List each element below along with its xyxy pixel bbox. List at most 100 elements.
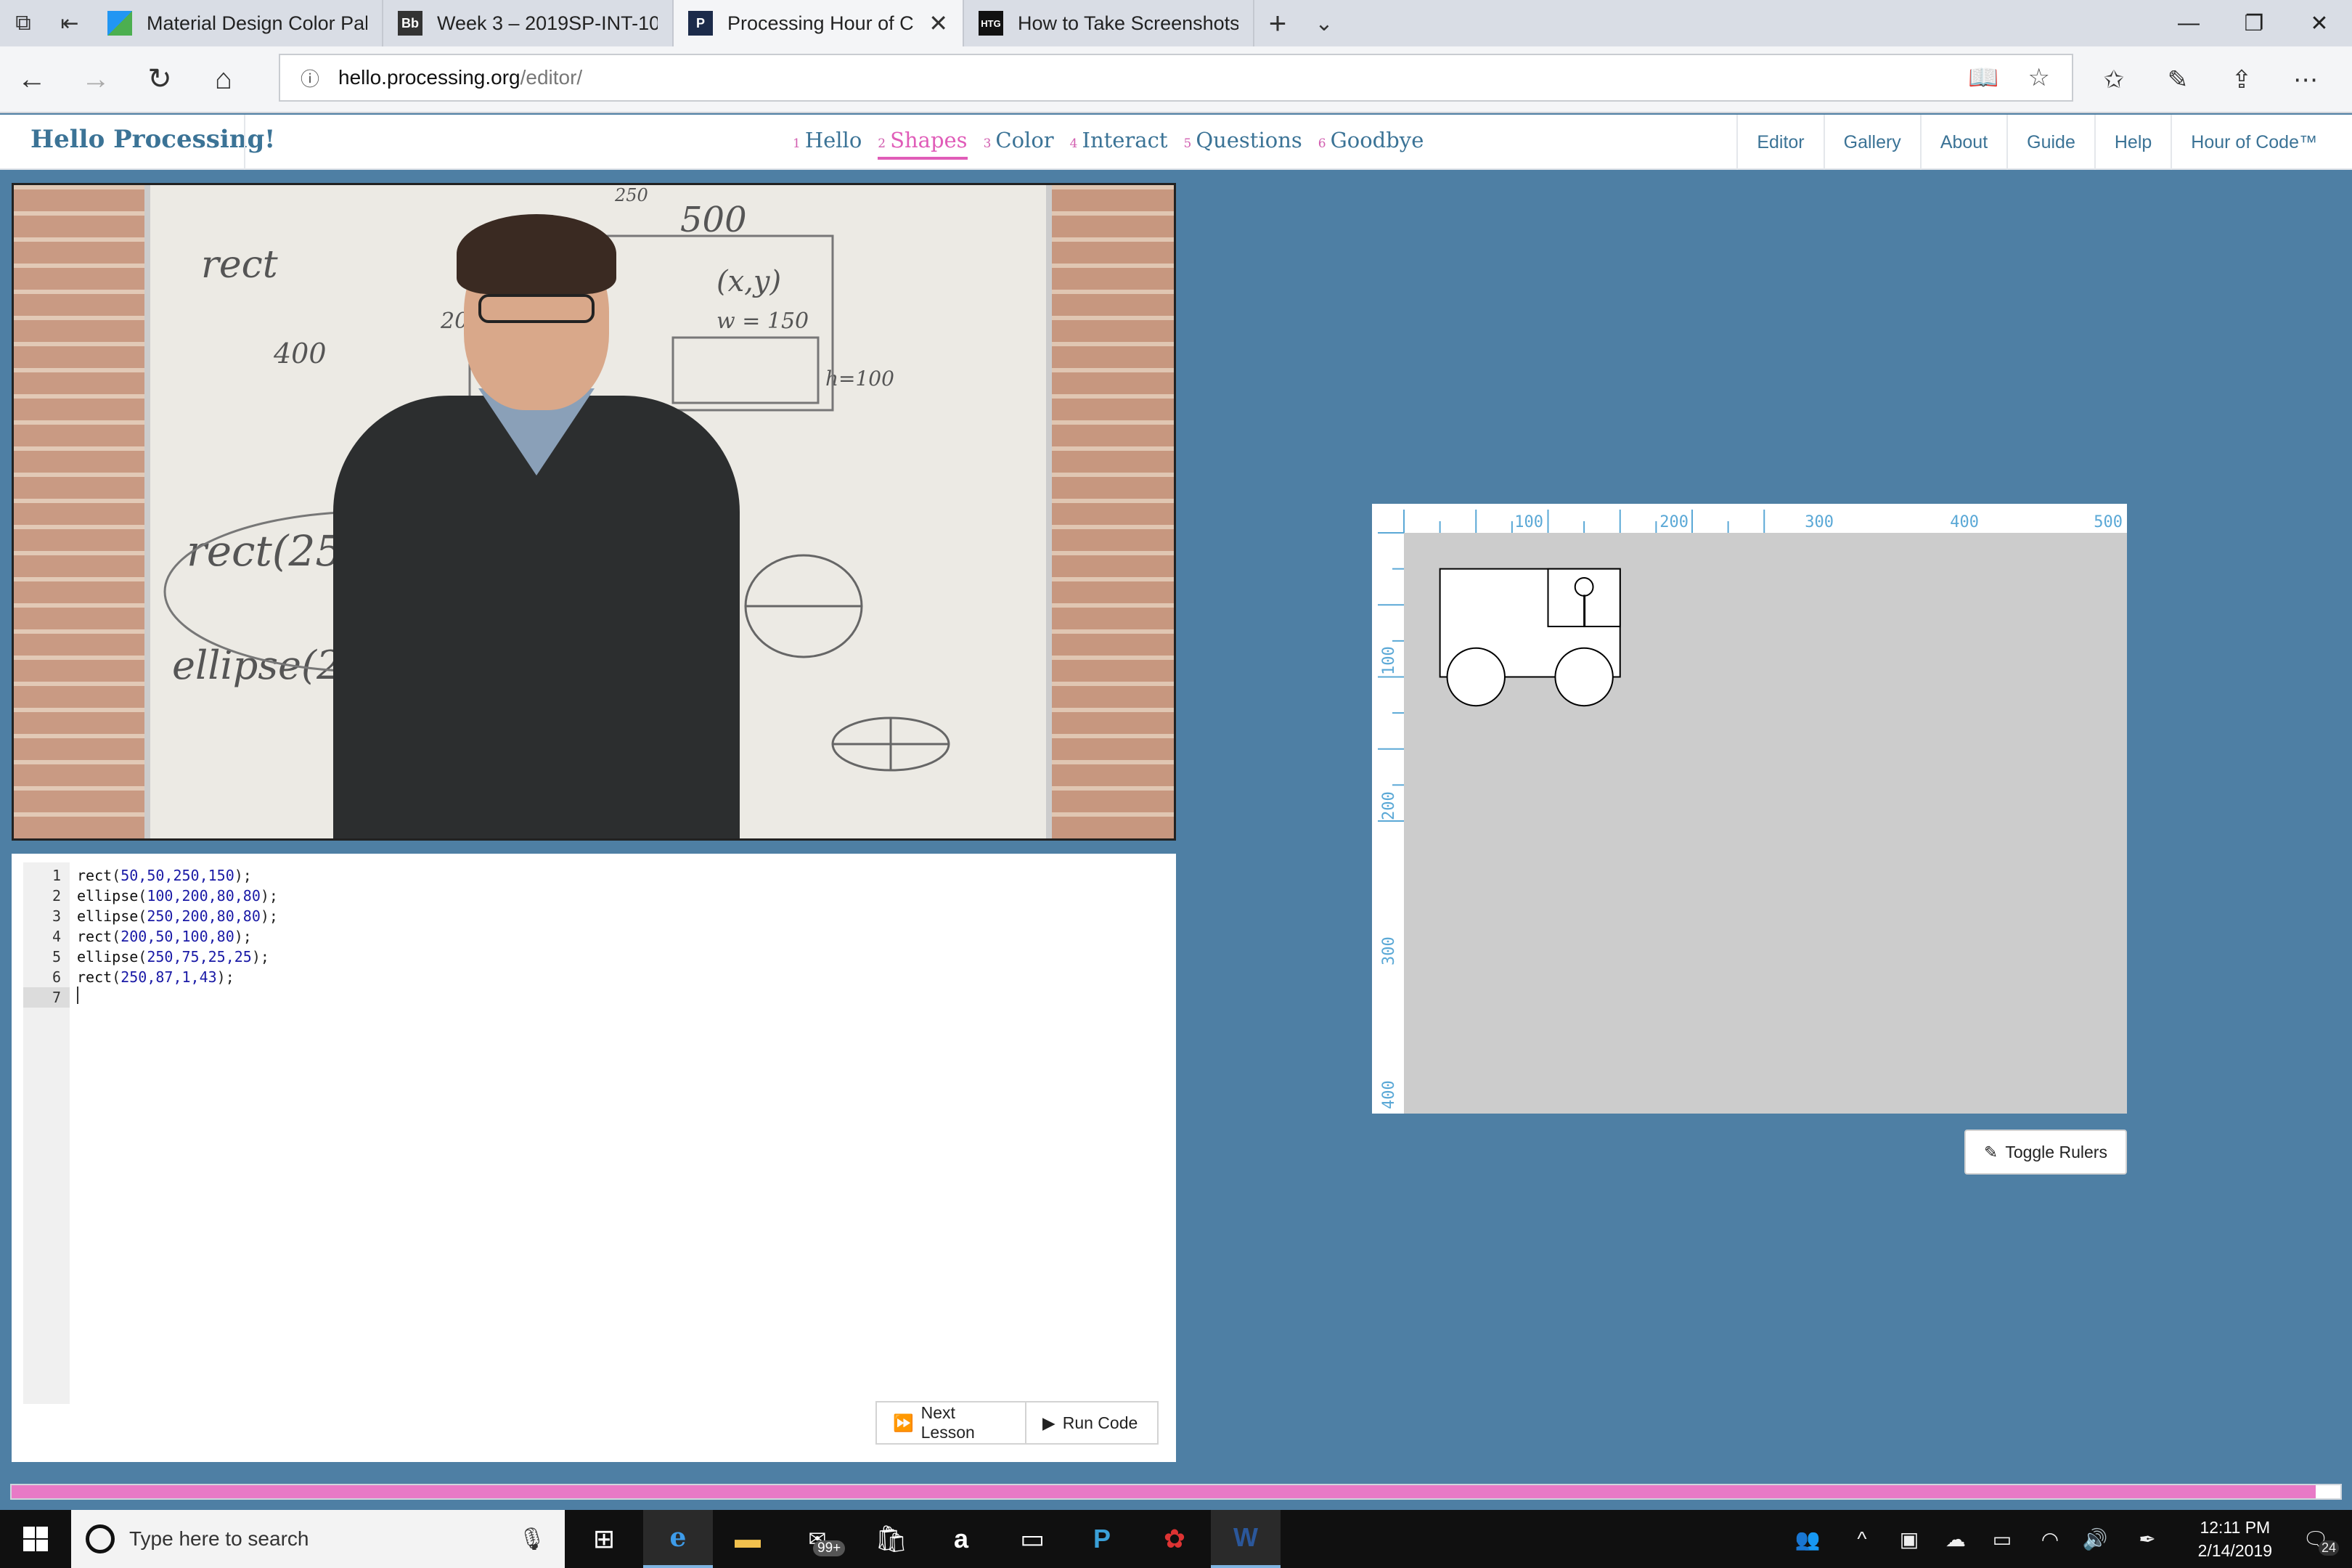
lesson-link-questions[interactable]: 5 Questions	[1183, 128, 1302, 160]
tab-title: How to Take Screenshots in	[1018, 12, 1238, 34]
new-tab-icon[interactable]: +	[1254, 0, 1301, 46]
clock-time: 12:11 PM	[2200, 1518, 2271, 1537]
lesson-link-interact[interactable]: 4 Interact	[1070, 128, 1168, 160]
tray-overflow-icon[interactable]: ^	[1844, 1510, 1880, 1568]
ruler-y-label: 400	[1380, 1080, 1398, 1109]
pen-workspace-icon[interactable]: ✒	[2126, 1510, 2169, 1568]
brick-wall	[14, 185, 152, 838]
nav-link-editor[interactable]: Editor	[1736, 115, 1823, 170]
ruler-y-label: 200	[1380, 791, 1398, 820]
unread-badge: 99+	[813, 1540, 846, 1556]
game-icon[interactable]: ✿	[1140, 1510, 1209, 1568]
run-code-button[interactable]: ▶ Run Code	[1025, 1401, 1159, 1445]
mail-app-icon[interactable]: ✉ 99+	[783, 1510, 852, 1568]
lesson-link-goodbye[interactable]: 6 Goodbye	[1318, 128, 1424, 160]
battery-icon[interactable]: ▭	[1980, 1510, 2024, 1568]
onedrive-icon[interactable]: ☁	[1934, 1510, 1977, 1568]
refresh-icon[interactable]: ↻	[128, 62, 192, 96]
tab-actions-icon[interactable]: ⧉	[0, 0, 46, 46]
blackboard-icon: Bb	[398, 11, 422, 36]
nav-link-about[interactable]: About	[1919, 115, 2006, 170]
system-clock[interactable]: 12:11 PM 2/14/2019	[2198, 1516, 2272, 1562]
tab-title: Week 3 – 2019SP-INT-1010	[437, 12, 658, 34]
more-menu-icon[interactable]: ⋯	[2274, 65, 2337, 94]
notification-count: 24	[2319, 1540, 2340, 1556]
text-cursor	[77, 987, 78, 1004]
forward-icon[interactable]: →	[64, 63, 128, 96]
code-line[interactable]: rect(250,87,1,43);	[77, 967, 234, 987]
home-icon[interactable]: ⌂	[192, 63, 256, 96]
browser-tab[interactable]: HTG How to Take Screenshots in	[964, 0, 1254, 46]
lesson-video[interactable]: rect 500 400 200 (x,y) w = 150 h=100 rec…	[12, 183, 1176, 841]
lesson-link-shapes[interactable]: 2 Shapes	[878, 128, 968, 160]
clock-date: 2/14/2019	[2197, 1541, 2272, 1560]
display-icon[interactable]: ▣	[1887, 1510, 1931, 1568]
windows-taskbar: Type here to search 🎙 ⊞ e ▬ ✉ 99+ 🛍 a ▭ …	[0, 1510, 2352, 1568]
amazon-icon[interactable]: a	[926, 1510, 996, 1568]
browser-tab[interactable]: Bb Week 3 – 2019SP-INT-1010	[383, 0, 674, 46]
taskbar-search[interactable]: Type here to search 🎙	[71, 1510, 565, 1568]
browser-tab[interactable]: Material Design Color Palett	[93, 0, 383, 46]
site-info-icon[interactable]: ⓘ	[301, 65, 319, 91]
lesson-progress-bar	[10, 1484, 2342, 1500]
code-line[interactable]: ellipse(100,200,80,80);	[77, 886, 278, 906]
nav-link-help[interactable]: Help	[2094, 115, 2171, 170]
line-number: 3	[52, 907, 61, 925]
nav-link-guide[interactable]: Guide	[2006, 115, 2094, 170]
browser-tab-active[interactable]: P Processing Hour of Cod ✕	[674, 0, 964, 46]
sketch-rect	[1583, 595, 1586, 628]
notes-pen-icon[interactable]: ✎	[2146, 65, 2210, 94]
pencil-icon: ✎	[1984, 1142, 1998, 1161]
people-icon[interactable]: 👥	[1786, 1510, 1829, 1568]
share-icon[interactable]: ⇪	[2210, 65, 2274, 94]
code-line[interactable]: ellipse(250,200,80,80);	[77, 906, 278, 926]
set-tabs-aside-icon[interactable]: ⇤	[46, 0, 93, 46]
close-tab-icon[interactable]: ✕	[928, 9, 948, 37]
toggle-rulers-button[interactable]: ✎ Toggle Rulers	[1964, 1130, 2127, 1175]
code-line[interactable]: rect(200,50,100,80);	[77, 926, 252, 947]
lesson-progress-fill	[12, 1485, 2316, 1498]
sketch-ellipse	[1446, 647, 1506, 707]
tab-list-chevron-icon[interactable]: ⌄	[1301, 0, 1347, 46]
lesson-link-hello[interactable]: 1 Hello	[793, 128, 862, 160]
word-icon[interactable]: W	[1211, 1510, 1281, 1568]
address-bar[interactable]: ⓘ hello.processing.org/editor/ 📖 ☆	[279, 54, 2073, 102]
task-view-icon[interactable]: ⊞	[569, 1510, 639, 1568]
reading-view-icon[interactable]: 📖	[1968, 63, 1998, 92]
ruler-y-label: 100	[1380, 646, 1398, 675]
code-line[interactable]: rect(50,50,250,150);	[77, 865, 252, 886]
ruler-x-label: 500	[2094, 513, 2123, 531]
sketch-ellipse	[1554, 647, 1614, 707]
store-icon[interactable]: 🛍	[857, 1510, 926, 1568]
minimize-icon[interactable]: —	[2156, 0, 2221, 46]
brick-wall	[1043, 185, 1174, 838]
action-center-icon[interactable]: 🗨 24	[2287, 1510, 2345, 1568]
toggle-rulers-label: Toggle Rulers	[2005, 1142, 2107, 1161]
presenter-glasses	[478, 294, 595, 323]
favorites-hub-icon[interactable]: ✩	[2082, 65, 2146, 94]
search-placeholder: Type here to search	[129, 1527, 309, 1550]
sketch-ellipse	[1574, 577, 1594, 597]
microphone-icon[interactable]: 🎙	[518, 1527, 546, 1552]
lesson-nav: 1 Hello 2 Shapes 3 Color 4 Interact 5 Questio…	[793, 128, 1424, 160]
restore-icon[interactable]: ❐	[2221, 0, 2287, 46]
back-icon[interactable]: ←	[0, 63, 64, 96]
volume-icon[interactable]: 🔊	[2073, 1510, 2117, 1568]
lesson-link-color[interactable]: 3 Color	[984, 128, 1054, 160]
nav-link-hour-of-code[interactable]: Hour of Code™	[2171, 115, 2336, 170]
start-button[interactable]	[0, 1510, 71, 1568]
code-line[interactable]: ellipse(250,75,25,25);	[77, 947, 269, 967]
notepad-icon[interactable]: ▭	[997, 1510, 1067, 1568]
next-lesson-button[interactable]: ⏩ Next Lesson	[875, 1401, 1026, 1445]
edge-browser-icon[interactable]: e	[643, 1510, 713, 1568]
file-explorer-icon[interactable]: ▬	[713, 1510, 783, 1568]
wifi-icon[interactable]: ◠	[2028, 1510, 2072, 1568]
favorite-star-icon[interactable]: ☆	[2028, 63, 2050, 92]
sketch-output[interactable]: 100 200 300 400 500 100 200 300 400	[1372, 504, 2127, 1114]
browser-toolbar: ← → ↻ ⌂ ⓘ hello.processing.org/editor/ 📖…	[0, 46, 2352, 113]
cortana-icon	[86, 1524, 115, 1553]
close-window-icon[interactable]: ✕	[2287, 0, 2352, 46]
site-brand[interactable]: Hello Processing!	[30, 125, 275, 154]
pearson-icon[interactable]: P	[1067, 1510, 1137, 1568]
nav-link-gallery[interactable]: Gallery	[1823, 115, 1920, 170]
